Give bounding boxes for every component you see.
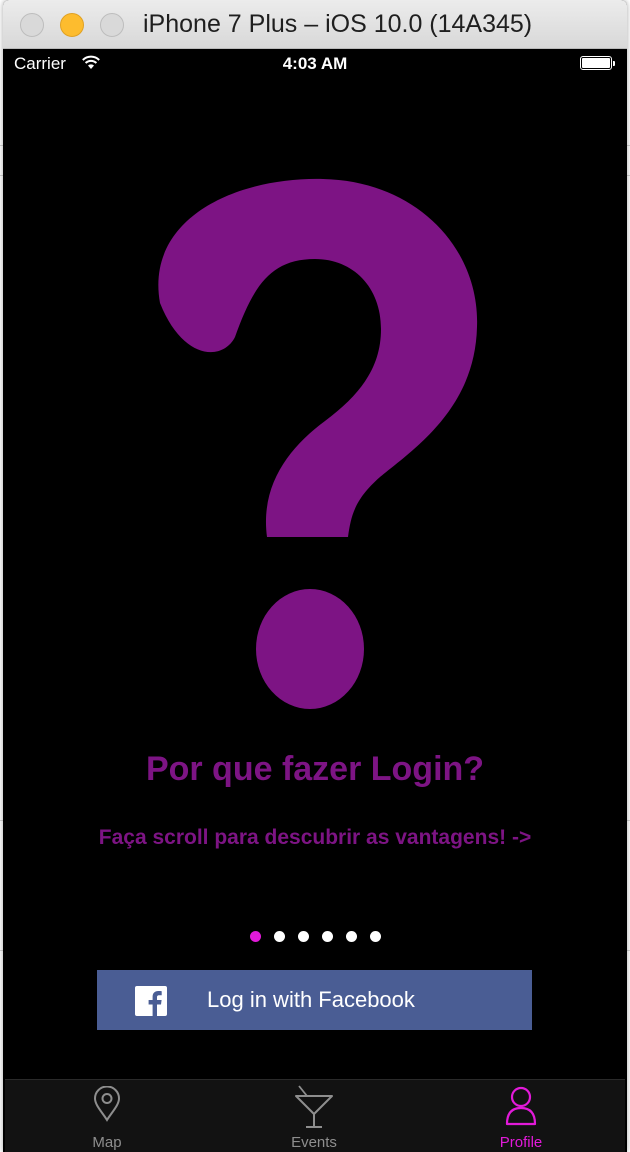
status-time: 4:03 AM <box>282 54 348 73</box>
page-dot[interactable] <box>345 931 357 942</box>
map-pin-icon <box>93 1086 121 1122</box>
tab-profile-label: Profile <box>499 1134 543 1151</box>
tab-map-label: Map <box>92 1134 122 1151</box>
tab-events-label: Events <box>291 1134 337 1151</box>
facebook-login-button[interactable]: Log in with Facebook <box>97 970 532 1030</box>
tab-map[interactable]: Map <box>27 1080 187 1152</box>
close-window-button[interactable] <box>20 13 44 37</box>
page-control[interactable] <box>5 931 625 942</box>
battery-icon <box>580 56 612 70</box>
page-dot[interactable] <box>321 931 333 942</box>
window-title: iPhone 7 Plus – iOS 10.0 (14A345) <box>143 10 533 38</box>
window-titlebar: iPhone 7 Plus – iOS 10.0 (14A345) <box>3 0 627 49</box>
zoom-window-button[interactable] <box>100 13 124 37</box>
login-headline: Por que fazer Login? <box>145 750 485 788</box>
simulator-window: iPhone 7 Plus – iOS 10.0 (14A345) Carrie… <box>3 0 627 1152</box>
cocktail-icon <box>295 1085 333 1128</box>
page-dot[interactable] <box>297 931 309 942</box>
page-dot[interactable] <box>273 931 285 942</box>
question-mark-icon <box>158 178 478 709</box>
page-dot[interactable] <box>249 931 261 942</box>
status-bar: Carrier 4:03 AM <box>5 49 625 79</box>
phone-screen: Carrier 4:03 AM Por que fazer Login? Faç… <box>5 49 625 1152</box>
facebook-icon <box>135 986 167 1016</box>
battery-tip <box>613 61 615 66</box>
person-icon <box>505 1086 537 1126</box>
tab-events[interactable]: Events <box>234 1080 394 1152</box>
tab-profile[interactable]: Profile <box>441 1080 601 1152</box>
tab-bar: Map Events Profile <box>5 1079 625 1152</box>
page-dot[interactable] <box>369 931 381 942</box>
facebook-login-label: Log in with Facebook <box>207 987 415 1012</box>
scroll-hint: Faça scroll para descubrir as vantagens!… <box>98 826 532 849</box>
minimize-window-button[interactable] <box>60 13 84 37</box>
